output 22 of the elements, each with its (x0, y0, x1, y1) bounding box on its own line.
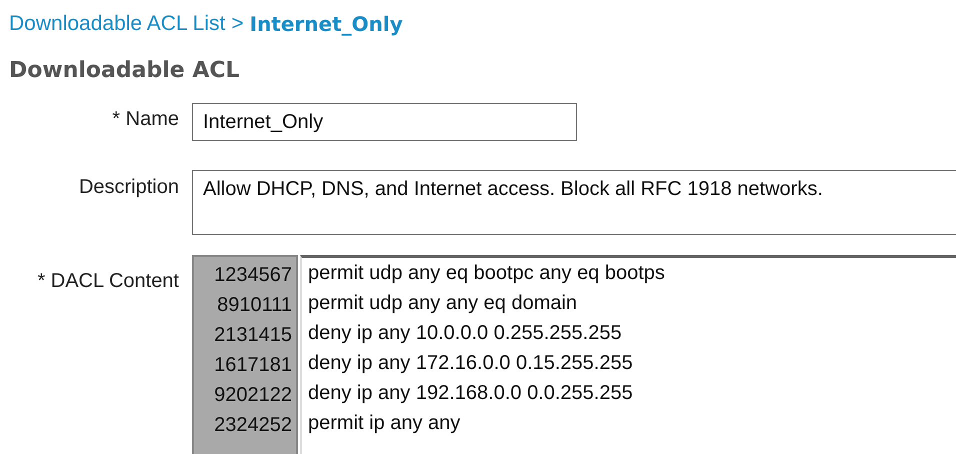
page-heading: Downloadable ACL (9, 57, 241, 85)
line-number: 9202122 (213, 383, 293, 408)
breadcrumb-separator: > (231, 11, 244, 37)
code-line: deny ip any 172.16.0.0 0.15.255.255 (308, 351, 634, 376)
code-line: deny ip any 192.168.0.0 0.0.255.255 (308, 381, 634, 406)
name-field[interactable]: Internet_Only (192, 103, 577, 141)
breadcrumb-current: Internet_Only (250, 11, 403, 37)
code-line: permit udp any eq bootpc any eq bootps (308, 261, 666, 286)
description-field[interactable]: Allow DHCP, DNS, and Internet access. Block all RFC 1918 networks. (192, 170, 956, 235)
code-line: permit udp any any eq domain (308, 291, 578, 316)
code-line: permit ip any any (308, 411, 462, 436)
field-label: * DACL Content (36, 269, 179, 294)
line-number: 2131415 (213, 323, 293, 348)
dacl-content-field[interactable]: permit udp any eq bootpc any eq bootps permit udp any any eq domain deny ip any 10.0.0.0 0.255.255.255 deny ip any 172.16.0.0 0.15.255.255 deny ip any 192.168.0.0 0.0.255.255 permit ip any any (300, 255, 956, 454)
line-number: 8910111 (216, 293, 293, 318)
line-number: 1234567 (213, 263, 293, 288)
field-label: Description (78, 175, 179, 200)
code-line: deny ip any 10.0.0.0 0.255.255.255 (308, 321, 623, 346)
breadcrumb-link[interactable]: Downloadable ACL List (9, 11, 226, 37)
line-number: 2324252 (213, 413, 293, 438)
field-label: * Name (111, 107, 179, 132)
line-number: 1617181 (213, 353, 293, 378)
